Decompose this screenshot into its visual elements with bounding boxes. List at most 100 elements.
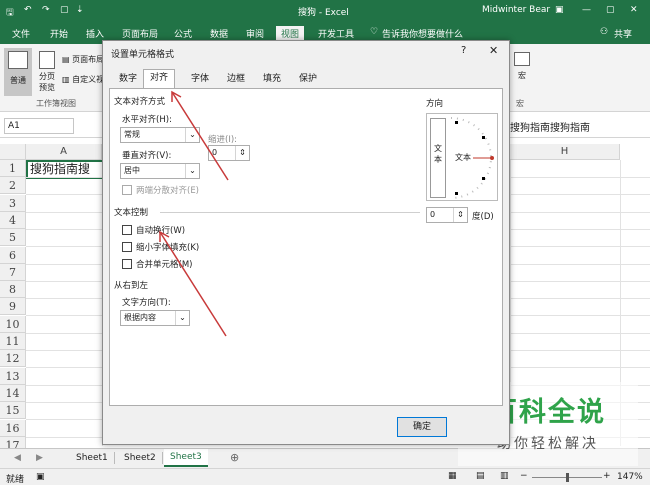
tab-insert[interactable]: 插入: [86, 27, 104, 40]
column-header-h[interactable]: H: [510, 144, 620, 160]
add-sheet-icon[interactable]: ⊕: [230, 451, 239, 464]
row-header[interactable]: 12: [0, 350, 26, 368]
ribbon-display-icon[interactable]: ▣: [555, 5, 564, 15]
minimize-icon[interactable]: —: [582, 5, 591, 15]
select-all-corner[interactable]: [0, 144, 26, 160]
sheet-tab-1[interactable]: Sheet1: [70, 452, 115, 464]
tab-border[interactable]: 边框: [221, 71, 251, 88]
row-header[interactable]: 8: [0, 281, 26, 299]
vertical-select[interactable]: 居中 ⌄: [120, 163, 200, 179]
sheet-tab-2[interactable]: Sheet2: [118, 452, 163, 464]
tell-me-search[interactable]: 告诉我你想要做什么: [382, 27, 463, 40]
dialog-close-icon[interactable]: ✕: [489, 44, 498, 57]
row-header[interactable]: 10: [0, 315, 26, 333]
close-icon[interactable]: ✕: [630, 5, 638, 15]
normal-view-icon[interactable]: ▦: [448, 471, 457, 481]
scroll-right-icon[interactable]: ▶: [36, 453, 43, 463]
horizontal-label: 水平对齐(H):: [122, 115, 172, 125]
page-layout-icon[interactable]: ▤: [476, 471, 485, 481]
tab-number[interactable]: 数字: [113, 71, 143, 88]
tab-alignment[interactable]: 对齐: [143, 69, 176, 88]
tab-formulas[interactable]: 公式: [174, 27, 192, 40]
row-header[interactable]: 14: [0, 384, 26, 402]
page-layout-button[interactable]: ▤ 页面布局: [62, 54, 104, 65]
indent-value: 0: [212, 148, 218, 157]
page-break-preview-button[interactable]: 分页 预览: [34, 48, 60, 96]
row-header[interactable]: 6: [0, 246, 26, 264]
tab-review[interactable]: 审阅: [246, 27, 264, 40]
wrap-text-checkbox[interactable]: [122, 225, 132, 235]
status-bar: 就绪 ▣ ▦ ▤ ▥ − + 147%: [0, 468, 650, 485]
undo-icon[interactable]: ↶: [24, 5, 32, 15]
page-break-view-icon[interactable]: ▥: [500, 471, 509, 481]
dial-handle[interactable]: [490, 156, 494, 160]
lightbulb-icon: ♡: [370, 27, 379, 37]
status-ready: 就绪: [6, 475, 25, 485]
normal-view-label: 普通: [10, 76, 26, 85]
tab-fill[interactable]: 填充: [257, 71, 287, 88]
merge-cells-label: 合并单元格(M): [136, 260, 193, 270]
divider: [160, 212, 420, 213]
tab-file[interactable]: 文件: [12, 27, 30, 40]
horizontal-select[interactable]: 常规 ⌄: [120, 127, 200, 143]
tab-developer[interactable]: 开发工具: [318, 27, 354, 40]
shrink-to-fit-checkbox[interactable]: [122, 242, 132, 252]
row-header[interactable]: 9: [0, 298, 26, 316]
macro-record-icon[interactable]: ▣: [36, 472, 45, 482]
row-header[interactable]: 15: [0, 402, 26, 420]
row-header[interactable]: 16: [0, 419, 26, 437]
row-header[interactable]: 13: [0, 367, 26, 385]
row-header[interactable]: 1: [0, 160, 26, 177]
degree-spinner[interactable]: 0 ⇕: [426, 207, 468, 223]
column-header-a[interactable]: A: [26, 144, 102, 160]
share-icon: ⚇: [600, 27, 609, 37]
title-bar: 🖫 ↶ ↷ ▢ ⇣ 搜狗 - Excel Midwinter Bear ▣ — …: [0, 0, 650, 24]
sheet-tab-3[interactable]: Sheet3: [164, 449, 208, 467]
macro-button[interactable]: 宏: [512, 48, 532, 96]
degree-label: 度(D): [472, 212, 494, 222]
orientation-box[interactable]: 文 本 文本: [426, 113, 498, 201]
merge-cells-checkbox[interactable]: [122, 259, 132, 269]
orientation-heading: 方向: [426, 99, 444, 109]
name-box[interactable]: A1: [4, 118, 74, 134]
new-icon[interactable]: ▢: [60, 5, 69, 15]
formula-content[interactable]: 搜狗指南搜狗指南: [510, 119, 590, 134]
ok-button[interactable]: 确定: [397, 417, 447, 437]
row-header[interactable]: 7: [0, 263, 26, 281]
normal-view-button[interactable]: 普通: [4, 48, 32, 96]
share-button[interactable]: 共享: [614, 27, 632, 40]
help-button[interactable]: ?: [461, 45, 466, 56]
justify-distributed-checkbox[interactable]: [122, 185, 132, 195]
tab-protection[interactable]: 保护: [293, 71, 323, 88]
dial-mark: [482, 136, 485, 139]
save-icon[interactable]: 🖫: [6, 5, 14, 21]
dialog-title: 设置单元格格式: [111, 50, 175, 60]
indent-spinner[interactable]: 0 ⇕: [208, 145, 250, 161]
justify-distributed-label: 两端分散对齐(E): [136, 186, 200, 196]
zoom-out-icon[interactable]: −: [520, 471, 528, 481]
row-header[interactable]: 2: [0, 177, 26, 195]
text-direction-select[interactable]: 根据内容 ⌄: [120, 310, 190, 326]
redo-icon[interactable]: ↷: [42, 5, 50, 15]
scroll-left-icon[interactable]: ◀: [14, 453, 21, 463]
dial-mark: [455, 192, 458, 195]
tab-page-layout[interactable]: 页面布局: [122, 27, 158, 40]
text-direction-label: 文字方向(T):: [122, 298, 171, 308]
page-break-label-2: 预览: [39, 83, 55, 92]
chevron-down-icon: ⌄: [185, 128, 199, 142]
row-header[interactable]: 3: [0, 194, 26, 212]
row-header[interactable]: 5: [0, 229, 26, 247]
tab-font[interactable]: 字体: [185, 71, 215, 88]
page-break-label: 分页: [39, 72, 55, 81]
zoom-slider-thumb[interactable]: [566, 473, 569, 482]
text-direction-value: 根据内容: [124, 313, 156, 322]
degree-value: 0: [430, 210, 436, 219]
tab-data[interactable]: 数据: [210, 27, 228, 40]
maximize-icon[interactable]: ▢: [606, 5, 615, 15]
zoom-level[interactable]: 147%: [617, 472, 643, 482]
row-header[interactable]: 4: [0, 211, 26, 229]
row-header[interactable]: 11: [0, 333, 26, 350]
customize-icon[interactable]: ⇣: [76, 5, 84, 15]
zoom-in-icon[interactable]: +: [603, 471, 611, 481]
tab-home[interactable]: 开始: [50, 27, 68, 40]
